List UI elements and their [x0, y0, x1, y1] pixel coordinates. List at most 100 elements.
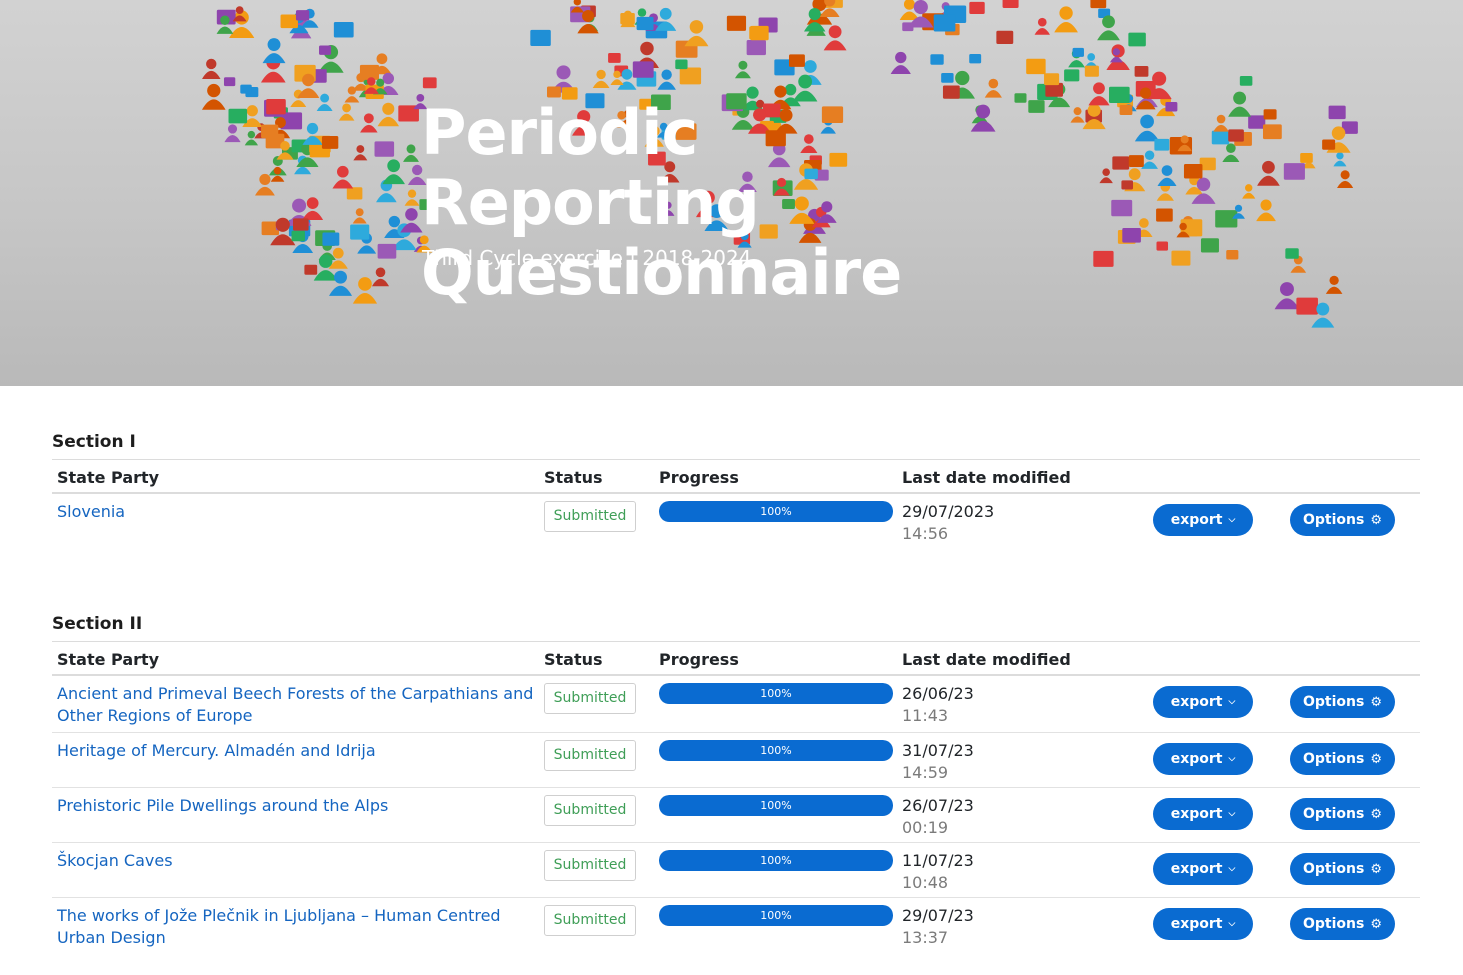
person-icon	[306, 197, 319, 209]
person-icon	[640, 41, 654, 56]
gear-icon: ⚙	[1370, 806, 1382, 822]
state-party-link[interactable]: Prehistoric Pile Dwellings around the Al…	[57, 795, 537, 817]
person-icon	[388, 215, 401, 228]
person-icon	[201, 99, 226, 110]
person-icon	[347, 86, 357, 95]
person-icon	[1279, 282, 1294, 297]
person-icon	[1054, 21, 1078, 33]
progress-fill: 100%	[659, 850, 893, 871]
person-icon	[294, 166, 312, 175]
options-label: Options	[1303, 916, 1365, 932]
person-icon	[246, 105, 258, 117]
export-button[interactable]: export ⌵	[1153, 908, 1253, 940]
person-icon	[260, 71, 286, 83]
speech-bubble-icon	[228, 108, 248, 124]
person-icon	[610, 79, 624, 86]
export-button[interactable]: export ⌵	[1153, 853, 1253, 885]
last-modified-time: 14:56	[902, 524, 949, 543]
progress-bar: 100%	[659, 740, 893, 761]
export-label: export	[1170, 694, 1223, 710]
person-icon	[823, 40, 847, 51]
state-party-link[interactable]: Ancient and Primeval Beech Forests of th…	[57, 683, 537, 727]
options-button[interactable]: Options ⚙	[1290, 686, 1395, 718]
speech-bubble-icon	[1285, 248, 1299, 259]
person-icon	[895, 51, 907, 64]
person-icon	[1340, 170, 1350, 180]
person-icon	[1245, 184, 1253, 192]
state-party-link[interactable]: Heritage of Mercury. Almadén and Idrija	[57, 740, 537, 762]
person-icon	[1073, 107, 1082, 116]
person-icon	[259, 173, 271, 185]
person-icon	[1099, 177, 1113, 184]
person-icon	[220, 15, 230, 25]
person-icon	[262, 53, 286, 64]
table-header: State Party Status Progress Last date mo…	[52, 642, 1420, 676]
speech-bubble-icon	[636, 16, 654, 31]
person-icon	[1144, 150, 1155, 160]
speech-bubble-icon	[1322, 139, 1336, 150]
person-icon	[216, 26, 234, 34]
state-party-link[interactable]: Slovenia	[57, 501, 537, 523]
column-status: Status	[544, 468, 603, 487]
speech-bubble-icon	[322, 232, 340, 246]
person-icon	[1213, 124, 1229, 132]
person-icon	[352, 293, 378, 304]
speech-bubble-icon	[608, 53, 621, 63]
table-body: Slovenia Submitted 100% 29/07/2023 14:56 expo…	[52, 494, 1420, 544]
state-party-link[interactable]: Škocjan Caves	[57, 850, 537, 872]
person-icon	[376, 78, 385, 87]
person-icon	[206, 58, 217, 70]
person-icon	[313, 270, 338, 281]
options-button[interactable]: Options ⚙	[1290, 743, 1395, 775]
gear-icon: ⚙	[1370, 861, 1382, 877]
person-icon	[297, 88, 320, 98]
person-icon	[1087, 103, 1101, 117]
person-icon	[1070, 116, 1085, 123]
person-icon	[774, 85, 787, 98]
person-icon	[302, 73, 315, 87]
speech-bubble-icon	[632, 61, 654, 78]
speech-bubble-icon	[1228, 129, 1244, 142]
person-icon	[375, 267, 386, 278]
export-button[interactable]: export ⌵	[1153, 798, 1253, 830]
person-icon	[1109, 56, 1123, 63]
speech-bubble-icon	[1156, 208, 1173, 222]
export-button[interactable]: export ⌵	[1153, 686, 1253, 718]
export-button[interactable]: export ⌵	[1153, 743, 1253, 775]
gear-icon: ⚙	[1370, 694, 1382, 710]
status-badge: Submitted	[544, 501, 636, 532]
speech-bubble-icon	[1262, 124, 1282, 140]
options-button[interactable]: Options ⚙	[1290, 504, 1395, 536]
speech-bubble-icon	[319, 45, 332, 55]
options-button[interactable]: Options ⚙	[1290, 853, 1395, 885]
options-button[interactable]: Options ⚙	[1290, 798, 1395, 830]
options-label: Options	[1303, 751, 1365, 767]
progress-fill: 100%	[659, 740, 893, 761]
person-icon	[1337, 180, 1354, 188]
person-icon	[592, 80, 610, 89]
last-modified-time: 13:37	[902, 928, 949, 947]
table-row: Ancient and Primeval Beech Forests of th…	[52, 676, 1420, 733]
last-modified-date: 11/07/23	[902, 851, 974, 870]
person-icon	[573, 0, 581, 6]
table-row: Slovenia Submitted 100% 29/07/2023 14:56 expo…	[52, 494, 1420, 544]
hero-banner: Periodic Reporting Questionnaire Third C…	[0, 0, 1463, 386]
speech-bubble-icon	[726, 15, 747, 31]
person-icon	[290, 100, 307, 108]
person-icon	[621, 68, 633, 80]
speech-bubble-icon	[359, 64, 380, 80]
gear-icon: ⚙	[1370, 512, 1382, 528]
person-icon	[255, 186, 275, 196]
state-party-link[interactable]: The works of Jože Plečnik in Ljubljana –…	[57, 905, 537, 949]
last-modified-time: 10:48	[902, 873, 949, 892]
table-row: Prehistoric Pile Dwellings around the Al…	[52, 788, 1420, 843]
export-button[interactable]: export ⌵	[1153, 504, 1253, 536]
options-button[interactable]: Options ⚙	[1290, 908, 1395, 940]
person-icon	[984, 90, 1002, 98]
speech-bubble-icon	[291, 230, 305, 242]
speech-bubble-icon	[1128, 155, 1144, 167]
last-modified-date: 31/07/23	[902, 741, 974, 760]
table-row: Heritage of Mercury. Almadén and Idrija S…	[52, 733, 1420, 788]
person-icon	[244, 139, 259, 146]
person-icon	[292, 198, 307, 213]
